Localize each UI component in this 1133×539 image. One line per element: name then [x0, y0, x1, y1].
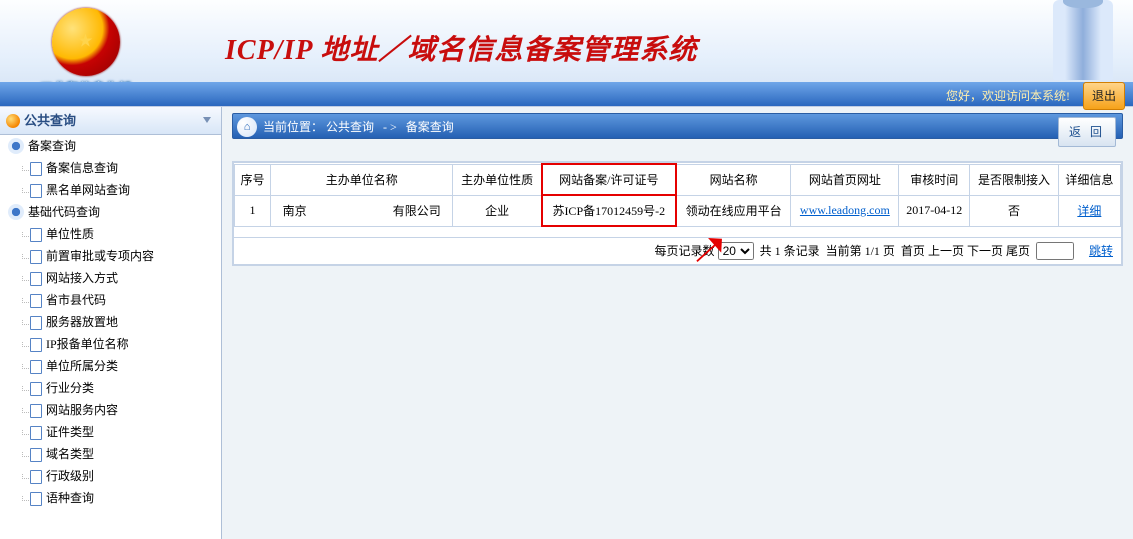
sidebar-item[interactable]: 行政级别 [0, 465, 221, 487]
col-header: 网站备案/许可证号 [542, 164, 676, 195]
sidebar-item[interactable]: 黑名单网站查询 [0, 179, 221, 201]
detail-link[interactable]: 详细 [1077, 204, 1101, 218]
sidebar-header[interactable]: 公共查询 [0, 107, 221, 135]
sidebar-item[interactable]: 单位所属分类 [0, 355, 221, 377]
result-table: 序号主办单位名称主办单位性质网站备案/许可证号网站名称网站首页网址审核时间是否限… [234, 163, 1121, 227]
logout-button[interactable]: 退出 [1083, 82, 1125, 110]
welcome-text: 您好，欢迎访问本系统! [946, 89, 1070, 103]
pillar-ornament-icon [1053, 0, 1113, 80]
cell-org: 南京有限公司 [271, 195, 453, 226]
page-next[interactable]: 下一页 [967, 244, 1003, 258]
welcome-bar: 您好，欢迎访问本系统! 退出 [0, 82, 1133, 106]
sidebar-item[interactable]: 备案信息查询 [0, 157, 221, 179]
crumb-leaf: 备案查询 [406, 120, 454, 134]
header-banner: 工业和信息化部 ICP/IP 地址／域名信息备案管理系统 您好，欢迎访问本系统!… [0, 0, 1133, 107]
national-emblem-icon [52, 8, 120, 76]
col-header: 网站首页网址 [791, 164, 899, 195]
cell-license: 苏ICP备17012459号-2 [542, 195, 676, 226]
sidebar-item[interactable]: 服务器放置地 [0, 311, 221, 333]
breadcrumb: ⌂ 当前位置： 公共查询 - > 备案查询 返 回 [232, 113, 1123, 139]
sidebar-group[interactable]: 基础代码查询 [0, 201, 221, 223]
page-last[interactable]: 尾页 [1006, 244, 1030, 258]
sidebar-group[interactable]: 备案查询 [0, 135, 221, 157]
col-header: 主办单位名称 [271, 164, 453, 195]
page-prev[interactable]: 上一页 [928, 244, 964, 258]
col-header: 审核时间 [899, 164, 970, 195]
sidebar-item[interactable]: 省市县代码 [0, 289, 221, 311]
crumb-root[interactable]: 公共查询 [326, 120, 374, 134]
col-header: 详细信息 [1058, 164, 1120, 195]
back-button[interactable]: 返 回 [1058, 117, 1116, 147]
sidebar-item[interactable]: 网站接入方式 [0, 267, 221, 289]
sidebar: 公共查询 备案查询备案信息查询黑名单网站查询基础代码查询单位性质前置审批或专项内… [0, 107, 222, 539]
col-header: 网站名称 [676, 164, 791, 195]
home-icon[interactable]: ⌂ [237, 117, 257, 137]
table-row: 1 南京有限公司 企业 苏ICP备17012459号-2 领动在线应用平台 ww… [235, 195, 1121, 226]
result-table-panel: 序号主办单位名称主办单位性质网站备案/许可证号网站名称网站首页网址审核时间是否限… [232, 161, 1123, 266]
sidebar-item[interactable]: 单位性质 [0, 223, 221, 245]
sidebar-item[interactable]: 网站服务内容 [0, 399, 221, 421]
sidebar-item[interactable]: 前置审批或专项内容 [0, 245, 221, 267]
page-jump-button[interactable]: 跳转 [1089, 244, 1113, 258]
sidebar-item[interactable]: 行业分类 [0, 377, 221, 399]
sidebar-item[interactable]: 域名类型 [0, 443, 221, 465]
sidebar-item[interactable]: IP报备单位名称 [0, 333, 221, 355]
page-jump-input[interactable] [1036, 242, 1074, 260]
main-content: ⌂ 当前位置： 公共查询 - > 备案查询 返 回 序号主办单位名称主办单位性质… [222, 107, 1133, 539]
system-title: ICP/IP 地址／域名信息备案管理系统 [225, 28, 697, 68]
page-first[interactable]: 首页 [901, 244, 925, 258]
chevron-down-icon [203, 117, 211, 123]
col-header: 序号 [235, 164, 271, 195]
sidebar-item[interactable]: 证件类型 [0, 421, 221, 443]
col-header: 是否限制接入 [970, 164, 1058, 195]
col-header: 主办单位性质 [453, 164, 542, 195]
sidebar-item[interactable]: 语种查询 [0, 487, 221, 509]
site-url-link[interactable]: www.leadong.com [800, 203, 890, 217]
